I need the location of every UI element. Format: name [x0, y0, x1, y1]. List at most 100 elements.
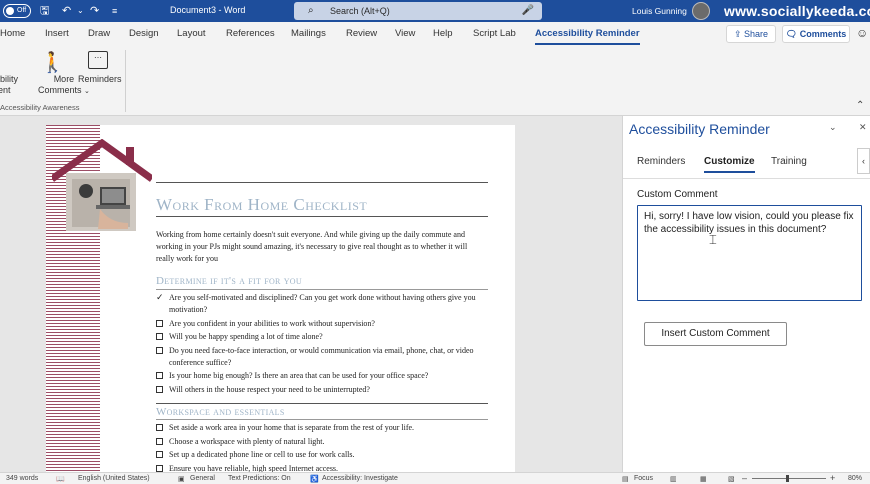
customize-toolbar-icon[interactable]: ≡: [112, 4, 117, 18]
list-item[interactable]: Will you be happy spending a lot of time…: [156, 331, 486, 343]
share-label: Share: [744, 29, 769, 39]
microphone-icon[interactable]: 🎤: [522, 5, 534, 16]
tab-references[interactable]: References: [226, 28, 275, 39]
comments-button[interactable]: 🗨 Comments: [782, 25, 850, 43]
list-item[interactable]: Is your home big enough? Is there an are…: [156, 370, 486, 382]
checkbox-icon[interactable]: [156, 464, 163, 472]
search-box[interactable]: ⌕ Search (Alt+Q) 🎤: [294, 2, 542, 20]
checkbox-icon[interactable]: [156, 451, 163, 458]
zoom-in-icon[interactable]: +: [830, 473, 835, 483]
tab-insert[interactable]: Insert: [45, 28, 69, 39]
share-button[interactable]: ⇪ Share: [726, 25, 776, 43]
search-placeholder: Search (Alt+Q): [330, 6, 390, 16]
pane-title: Accessibility Reminder: [629, 121, 770, 137]
text-cursor-icon: ⌶: [709, 232, 717, 247]
section-heading-workspace[interactable]: Workspace and essentials: [156, 406, 285, 418]
accessibility-comment-button[interactable]: ibility ent: [0, 74, 18, 96]
checkbox-icon[interactable]: [156, 319, 163, 327]
list-item[interactable]: Choose a workspace with plenty of natura…: [156, 436, 486, 448]
checkbox-icon[interactable]: [156, 437, 163, 445]
pane-options-icon[interactable]: ⌄: [829, 122, 837, 133]
document-heading[interactable]: Work From Home Checklist: [156, 195, 367, 215]
checkbox-icon[interactable]: [156, 424, 163, 431]
pane-tab-reminders[interactable]: Reminders: [637, 156, 685, 167]
print-layout-icon[interactable]: ▦: [700, 475, 707, 483]
tab-help[interactable]: Help: [433, 28, 453, 39]
accessibility-status[interactable]: Accessibility: Investigate: [322, 475, 398, 482]
chevron-left-icon[interactable]: ‹: [857, 148, 870, 174]
list-item-text: Ensure you have reliable, high speed Int…: [169, 463, 339, 473]
list-item[interactable]: Are you confident in your abilities to w…: [156, 318, 486, 330]
web-layout-icon[interactable]: ▧: [728, 475, 735, 483]
comments-label: Comments: [799, 29, 847, 39]
share-icon: ⇪: [733, 29, 744, 39]
list-item[interactable]: Set aside a work area in your home that …: [156, 422, 486, 434]
feedback-smiley-icon[interactable]: ☺: [856, 26, 868, 40]
undo-dropdown-icon[interactable]: ⌄: [77, 4, 84, 18]
insert-custom-comment-button[interactable]: Insert Custom Comment: [644, 322, 787, 346]
section-rule-2: [156, 419, 488, 420]
pane-tab-customize[interactable]: Customize: [704, 156, 755, 173]
button-label-line2: ent: [0, 85, 11, 95]
word-count[interactable]: 349 words: [6, 475, 38, 482]
section-rule-2-top: [156, 403, 488, 404]
document-page[interactable]: Work From Home Checklist Working from ho…: [46, 125, 515, 472]
list-item[interactable]: Set up a dedicated phone line or cell to…: [156, 449, 486, 461]
list-item[interactable]: Will others in the house respect your ne…: [156, 384, 486, 396]
checkbox-icon[interactable]: [156, 372, 163, 379]
heading-rule-top: [156, 182, 488, 183]
list-item[interactable]: Do you need face-to-face interaction, or…: [156, 345, 486, 369]
list-item[interactable]: Ensure you have reliable, high speed Int…: [156, 463, 486, 473]
tab-view[interactable]: View: [395, 28, 415, 39]
user-name[interactable]: Louis Gunning: [632, 6, 687, 16]
tab-review[interactable]: Review: [346, 28, 377, 39]
save-icon[interactable]: 🖫: [40, 4, 49, 18]
tab-script-lab[interactable]: Script Lab: [473, 28, 516, 39]
tab-home[interactable]: Home: [0, 28, 25, 39]
redo-icon[interactable]: ↷: [90, 4, 99, 18]
intro-paragraph[interactable]: Working from home certainly doesn't suit…: [156, 229, 486, 265]
house-graphic: [52, 139, 152, 231]
document-canvas[interactable]: Work From Home Checklist Working from ho…: [0, 116, 622, 472]
reminders-button[interactable]: Reminders: [78, 74, 122, 85]
section-heading-fit[interactable]: Determine if it's a fit for you: [156, 275, 302, 287]
zoom-level[interactable]: 80%: [848, 475, 862, 482]
watermark: www.sociallykeeda.com: [724, 3, 870, 19]
language-status[interactable]: English (United States): [78, 475, 150, 482]
autosave-toggle[interactable]: Off: [3, 4, 31, 18]
tab-design[interactable]: Design: [129, 28, 159, 39]
collapse-ribbon-icon[interactable]: ⌃: [856, 100, 864, 111]
read-mode-icon[interactable]: ▥: [670, 475, 677, 483]
focus-button[interactable]: Focus: [634, 475, 653, 482]
undo-icon[interactable]: ↶: [62, 4, 71, 18]
zoom-out-icon[interactable]: –: [742, 473, 747, 483]
sensitivity-status[interactable]: General: [190, 475, 215, 482]
text-predictions-status[interactable]: Text Predictions: On: [228, 475, 291, 482]
book-icon[interactable]: 📖: [56, 475, 65, 483]
close-icon[interactable]: ✕: [859, 122, 867, 133]
list-item-text: Set up a dedicated phone line or cell to…: [169, 450, 355, 459]
checkbox-icon[interactable]: [156, 385, 163, 393]
tab-layout[interactable]: Layout: [177, 28, 206, 39]
pane-tab-training[interactable]: Training: [771, 156, 807, 167]
more-comments-line2: Comments: [38, 85, 82, 95]
tab-draw[interactable]: Draw: [88, 28, 110, 39]
zoom-slider[interactable]: [752, 478, 826, 479]
custom-comment-textarea[interactable]: Hi, sorry! I have low vision, could you …: [637, 205, 862, 301]
list-item[interactable]: ✓ Are you self-motivated and disciplined?…: [156, 292, 486, 316]
section-rule-1: [156, 289, 488, 290]
zoom-slider-thumb[interactable]: [786, 475, 789, 482]
checkbox-icon[interactable]: [156, 346, 163, 354]
list-item-text: Is your home big enough? Is there an are…: [169, 371, 429, 380]
heading-rule-bottom: [156, 216, 488, 217]
tab-mailings[interactable]: Mailings: [291, 28, 326, 39]
checkbox-icon[interactable]: [156, 333, 163, 340]
avatar[interactable]: [692, 2, 710, 20]
list-item-text: Choose a workspace with plenty of natura…: [169, 436, 325, 446]
checkmark-icon[interactable]: ✓: [156, 292, 164, 302]
document-title: Document3 - Word: [170, 5, 246, 15]
custom-comment-label: Custom Comment: [637, 189, 718, 200]
search-icon: ⌕: [308, 5, 314, 16]
list-item-text: Will others in the house respect your ne…: [169, 384, 370, 394]
tab-accessibility-reminder[interactable]: Accessibility Reminder: [535, 28, 640, 45]
